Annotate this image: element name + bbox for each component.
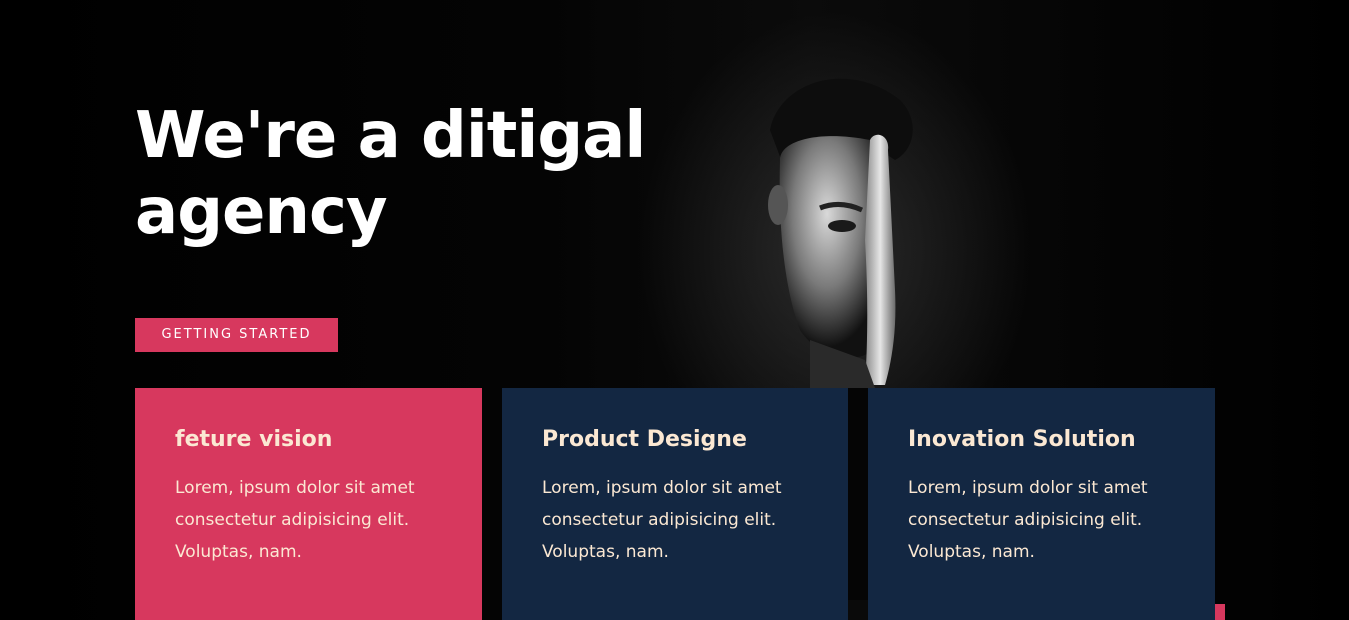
getting-started-button[interactable]: GETTING STARTED bbox=[135, 318, 338, 352]
card-text: Lorem, ipsum dolor sit amet consectetur … bbox=[908, 478, 1148, 562]
hero-title: We're a ditigal agency bbox=[135, 99, 646, 249]
card-text: Lorem, ipsum dolor sit amet consectetur … bbox=[175, 478, 415, 562]
card-title: Inovation Solution bbox=[908, 427, 1136, 452]
accent-bar bbox=[1215, 604, 1225, 620]
card-text: Lorem, ipsum dolor sit amet consectetur … bbox=[542, 478, 782, 562]
card-title: feture vision bbox=[175, 427, 333, 452]
feature-card-innovation: Inovation Solution Lorem, ipsum dolor si… bbox=[868, 388, 1215, 620]
feature-card-product-design: Product Designe Lorem, ipsum dolor sit a… bbox=[502, 388, 848, 620]
card-title: Product Designe bbox=[542, 427, 747, 452]
feature-card-vision: feture vision Lorem, ipsum dolor sit ame… bbox=[135, 388, 482, 620]
